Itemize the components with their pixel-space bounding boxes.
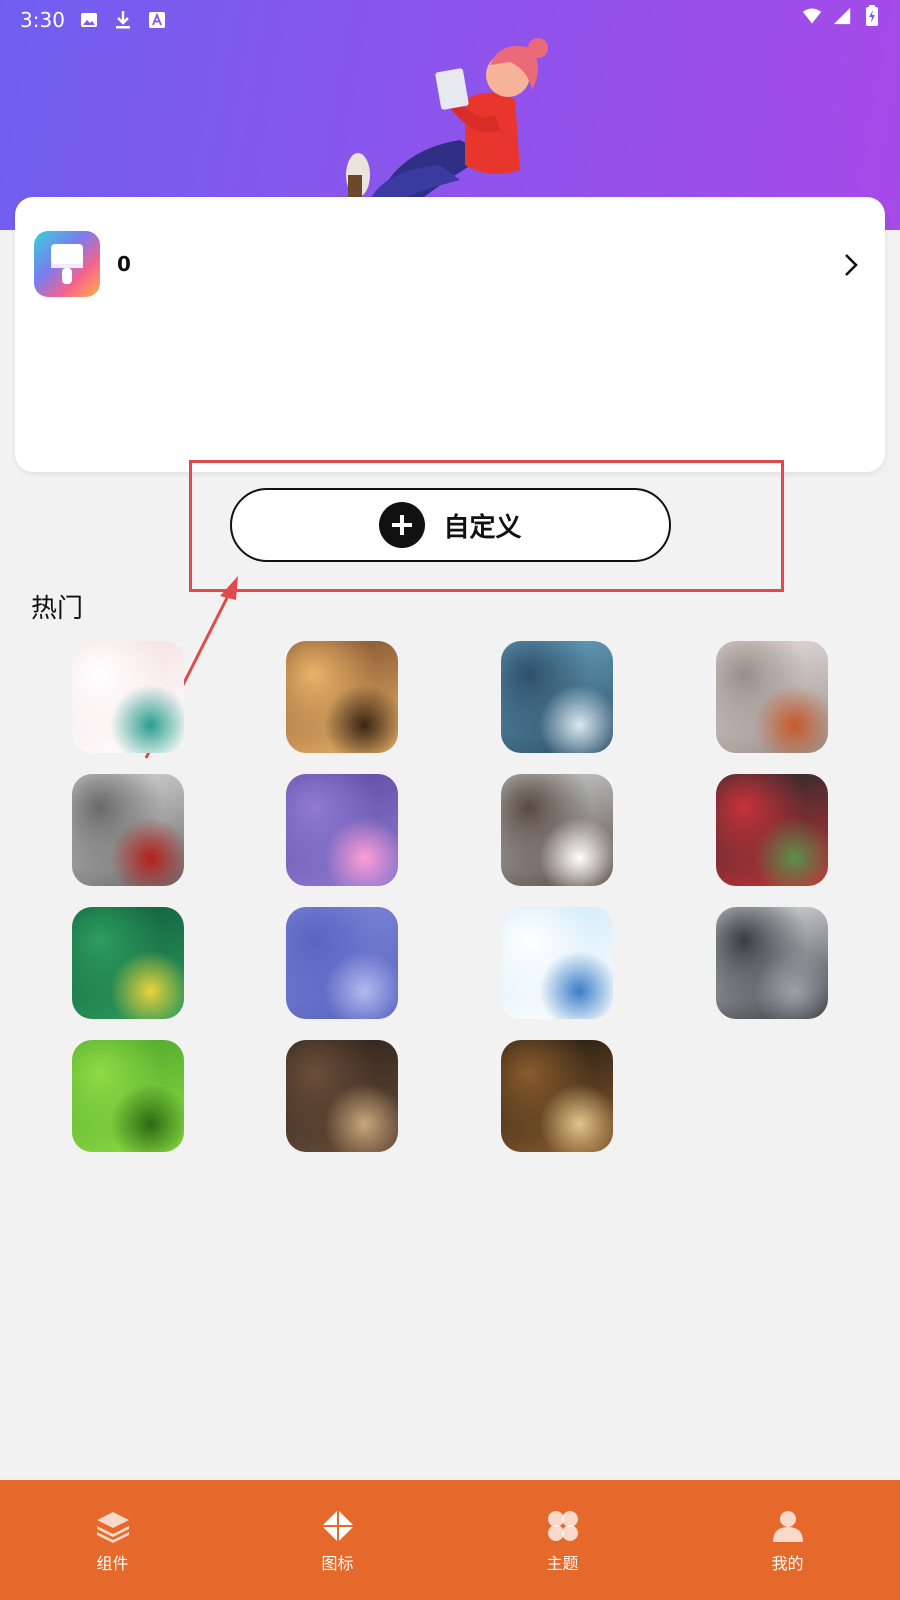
annotation-highlight-box [189, 460, 784, 592]
wifi-icon [802, 6, 822, 26]
header-banner: 3:30 [0, 0, 900, 230]
girl-planet-thumbnail[interactable] [501, 641, 613, 753]
nav-label-profile: 我的 [771, 1554, 804, 1573]
hydrangea-thumbnail[interactable] [286, 907, 398, 1019]
summary-card[interactable] [15, 197, 885, 472]
nav-label-widgets: 组件 [96, 1554, 129, 1573]
green-leaf-thumbnail[interactable] [72, 1040, 184, 1152]
hot-section-title: 热门 [31, 594, 84, 624]
count-value: 0 [117, 252, 131, 276]
gramophone-thumbnail[interactable] [501, 1040, 613, 1152]
snowy-village-thumbnail[interactable] [501, 774, 613, 886]
clover-icon [543, 1506, 583, 1546]
download-icon [113, 10, 133, 30]
purple-sky-thumbnail[interactable] [286, 774, 398, 886]
nav-item-icons[interactable]: 图标 [225, 1480, 450, 1600]
cafe-interior-thumbnail[interactable] [286, 1040, 398, 1152]
nav-label-icons: 图标 [321, 1554, 354, 1573]
unicorn-thumbnail[interactable] [72, 641, 184, 753]
nav-item-profile[interactable]: 我的 [675, 1480, 900, 1600]
text-a-icon [147, 10, 167, 30]
paint-brush-app-icon [34, 231, 100, 297]
forest-pool-thumbnail[interactable] [72, 907, 184, 1019]
snow-train-thumbnail[interactable] [72, 774, 184, 886]
cozy-room-thumbnail[interactable] [286, 641, 398, 753]
signal-icon [832, 6, 852, 26]
chevron-right-icon[interactable] [840, 252, 862, 278]
roses-pattern-thumbnail[interactable] [716, 774, 828, 886]
layers-icon [93, 1506, 133, 1546]
diamond-icon [318, 1506, 358, 1546]
bottom-nav: 组件 图标 主题 我的 [0, 1480, 900, 1600]
nav-label-themes: 主题 [546, 1554, 579, 1573]
winter-trees-thumbnail[interactable] [716, 641, 828, 753]
image-icon [79, 10, 99, 30]
frozen-lake-thumbnail[interactable] [716, 907, 828, 1019]
person-tablet-illustration [346, 38, 548, 200]
person-icon [768, 1506, 808, 1546]
status-time: 3:30 [20, 8, 65, 32]
nav-item-themes[interactable]: 主题 [450, 1480, 675, 1600]
battery-charging-icon [862, 5, 882, 26]
sky-sketch-thumbnail[interactable] [501, 907, 613, 1019]
nav-item-widgets[interactable]: 组件 [0, 1480, 225, 1600]
